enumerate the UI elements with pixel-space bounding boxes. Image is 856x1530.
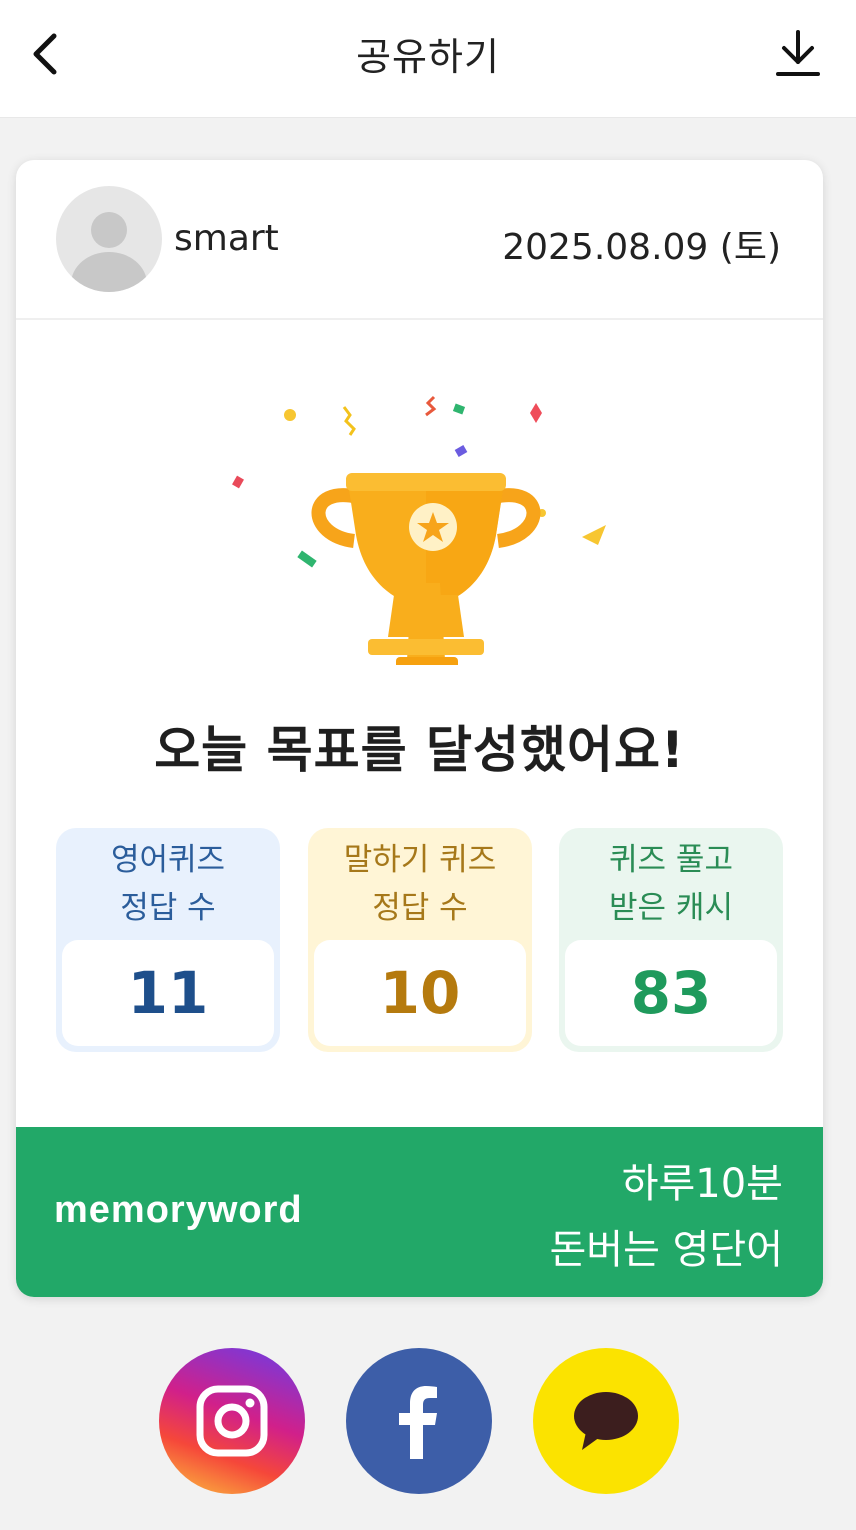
- date-label: 2025.08.09 (토): [502, 227, 781, 268]
- stat-label-line: 퀴즈 풀고: [609, 842, 733, 878]
- stat-label: 퀴즈 풀고 받은 캐시: [559, 828, 783, 940]
- slogan-line: 돈버는 영단어: [549, 1227, 783, 1273]
- brand-logo: memoryword: [54, 1189, 303, 1231]
- slogan-line: 하루10분: [621, 1161, 783, 1207]
- slogan: 하루10분 돈버는 영단어: [549, 1151, 783, 1283]
- stat-label-line: 정답 수: [120, 890, 216, 926]
- username: smart: [174, 218, 279, 259]
- stat-label-line: 영어퀴즈: [110, 842, 226, 878]
- share-instagram-button[interactable]: [159, 1348, 305, 1494]
- avatar: [56, 186, 162, 292]
- share-kakaotalk-button[interactable]: [533, 1348, 679, 1494]
- download-button[interactable]: [770, 24, 826, 84]
- kakaotalk-icon: [574, 1392, 638, 1450]
- share-facebook-button[interactable]: [346, 1348, 492, 1494]
- share-card: smart 2025.08.09 (토) 오늘 목표를 달성했어요! 영어퀴즈 …: [16, 160, 823, 1297]
- stat-value: 11: [62, 940, 274, 1046]
- stat-label-line: 말하기 퀴즈: [343, 842, 497, 878]
- card-footer-banner: memoryword 하루10분 돈버는 영단어: [16, 1127, 823, 1297]
- instagram-icon: [196, 1385, 268, 1457]
- stat-cash-earned: 퀴즈 풀고 받은 캐시 83: [559, 828, 783, 1052]
- facebook-icon: [399, 1386, 437, 1459]
- stat-speaking-quiz: 말하기 퀴즈 정답 수 10: [308, 828, 532, 1052]
- stat-english-quiz: 영어퀴즈 정답 수 11: [56, 828, 280, 1052]
- download-icon: [776, 30, 820, 76]
- top-app-bar: 공유하기: [0, 0, 856, 118]
- trophy-icon: [232, 395, 606, 665]
- page-title: 공유하기: [356, 35, 500, 79]
- goal-achieved-message: 오늘 목표를 달성했어요!: [154, 721, 685, 779]
- stat-label: 말하기 퀴즈 정답 수: [308, 828, 532, 940]
- stat-label: 영어퀴즈 정답 수: [56, 828, 280, 940]
- stat-label-line: 정답 수: [372, 890, 468, 926]
- stat-value: 10: [314, 940, 526, 1046]
- card-user-row: smart 2025.08.09 (토): [16, 160, 823, 320]
- stat-value: 83: [565, 940, 777, 1046]
- default-avatar-icon: [71, 212, 147, 292]
- stat-label-line: 받은 캐시: [609, 890, 733, 926]
